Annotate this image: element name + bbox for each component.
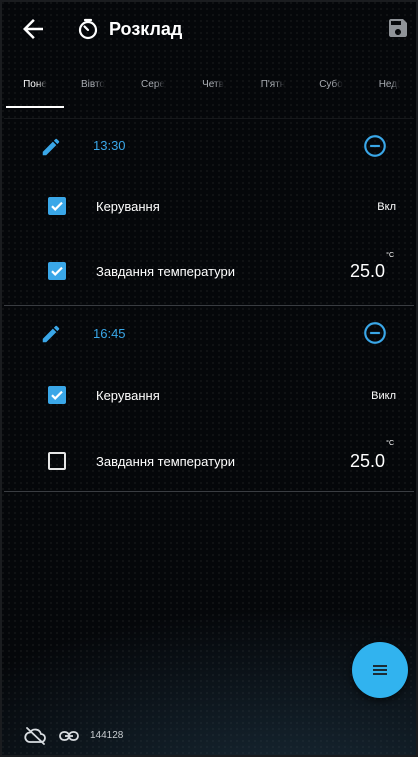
tab-label: Четв [202, 79, 224, 90]
checkmark-icon [51, 390, 63, 400]
control-label: Керування [96, 199, 160, 214]
control-checkbox[interactable] [48, 386, 66, 404]
tab-label: Вівто [80, 79, 105, 90]
entry-divider [4, 491, 414, 492]
schedule-time[interactable]: 16:45 [93, 325, 126, 343]
tab-saturday[interactable]: Субо [302, 72, 360, 108]
remove-button[interactable] [362, 320, 388, 346]
tab-label: Сере [141, 79, 165, 90]
pencil-icon [42, 138, 60, 156]
tab-thursday[interactable]: Четв [184, 72, 242, 108]
temperature-value[interactable]: 25.0 [350, 260, 385, 282]
day-tabs: Поне Вівто Сере Четв П'ятн Субо Неді [0, 72, 418, 108]
save-button[interactable] [386, 16, 410, 40]
page-title: Розклад [109, 19, 183, 39]
back-button[interactable] [18, 14, 48, 44]
tab-wednesday[interactable]: Сере [124, 72, 182, 108]
tab-tuesday[interactable]: Вівто [64, 72, 122, 108]
control-value[interactable]: Викл [371, 388, 396, 404]
tab-label: П'ятн [260, 79, 286, 90]
temperature-checkbox[interactable] [48, 262, 66, 280]
temperature-unit: °C [386, 440, 394, 447]
temperature-value[interactable]: 25.0 [350, 450, 385, 472]
pencil-icon [42, 325, 60, 343]
checkmark-icon [51, 266, 63, 276]
tab-friday[interactable]: П'ятн [244, 72, 302, 108]
tab-label: Субо [319, 79, 343, 90]
temperature-label: Завдання температури [96, 454, 236, 469]
arrow-back-icon [23, 19, 43, 39]
temperature-checkbox[interactable] [48, 452, 66, 470]
link-icon [59, 731, 79, 741]
temperature-unit: °C [386, 252, 394, 259]
app-bar: Розклад [0, 0, 418, 58]
remove-circle-icon [364, 322, 386, 344]
tab-label: Поне [23, 79, 47, 90]
tab-monday[interactable]: Поне [6, 72, 64, 108]
edit-button[interactable] [40, 136, 62, 158]
remove-circle-icon [364, 135, 386, 157]
device-id: 144128 [90, 730, 124, 741]
edit-button[interactable] [40, 323, 62, 345]
temperature-label: Завдання температури [96, 264, 236, 279]
entry-divider [4, 305, 414, 306]
remove-button[interactable] [362, 133, 388, 159]
background [0, 0, 418, 757]
control-checkbox[interactable] [48, 197, 66, 215]
active-tab-indicator [6, 106, 64, 108]
cloud-off-icon [24, 727, 46, 745]
tab-sunday[interactable]: Неді [360, 72, 418, 108]
menu-icon [373, 665, 387, 675]
menu-fab-button[interactable] [352, 642, 408, 698]
schedule-time[interactable]: 13:30 [93, 137, 126, 155]
connection-status: 144128 [24, 726, 224, 746]
tab-label: Неді [378, 79, 400, 90]
timer-icon [76, 17, 100, 41]
control-value[interactable]: Вкл [377, 199, 396, 215]
window-frame [0, 0, 418, 757]
save-icon [389, 19, 407, 37]
control-label: Керування [96, 388, 160, 403]
checkmark-icon [51, 201, 63, 211]
tabs-divider [4, 118, 414, 119]
